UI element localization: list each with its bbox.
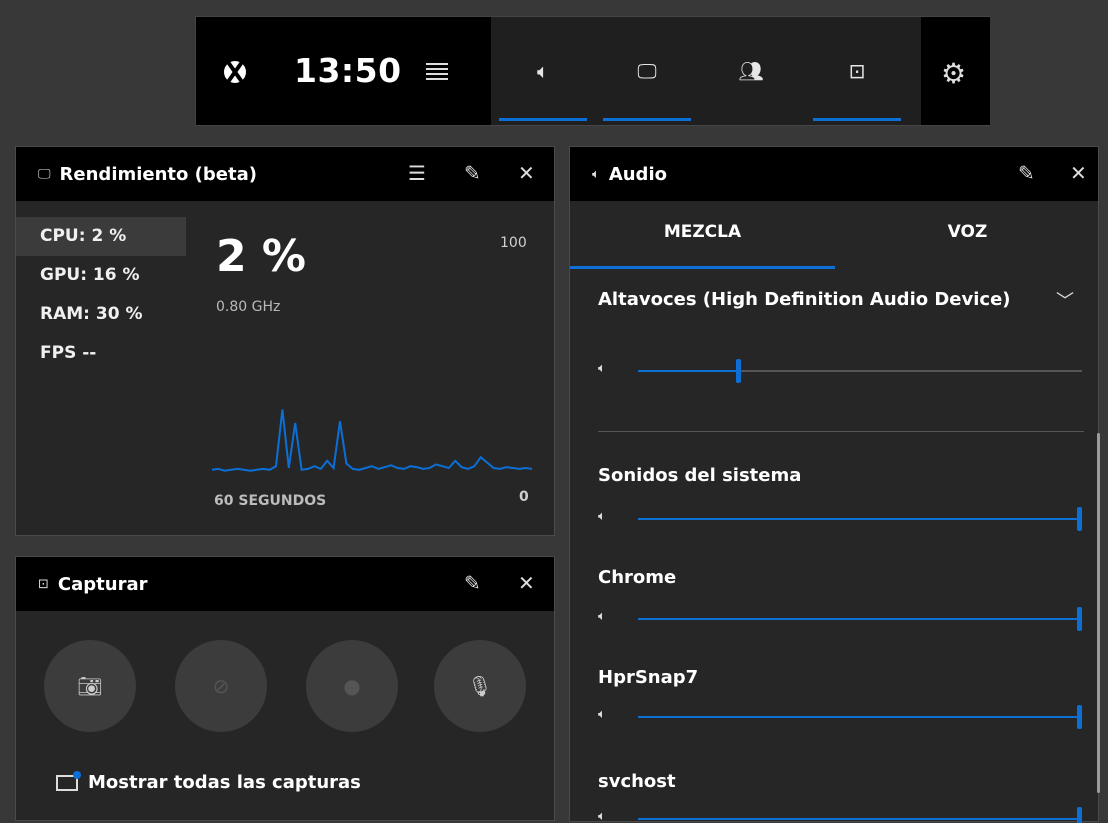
tab-voz-label: VOZ xyxy=(947,222,988,242)
cpu-graph xyxy=(212,409,532,472)
gear-icon[interactable]: ⚙ xyxy=(941,57,966,90)
device-volume-slider[interactable]: 🔈︎ xyxy=(598,359,1088,383)
monitor-icon: 🖵︎ xyxy=(637,59,657,83)
scrollbar[interactable] xyxy=(1097,433,1100,793)
pin-icon[interactable]: ✎ xyxy=(464,571,481,595)
metric-gpu[interactable]: GPU: 16 % xyxy=(16,256,186,295)
options-icon[interactable]: ☰ xyxy=(408,161,426,185)
app-volume-slider[interactable]: 🔈︎ xyxy=(598,807,1088,823)
show-all-captures-link[interactable]: Mostrar todas las capturas xyxy=(56,770,361,793)
people-icon: 👥︎ xyxy=(738,59,764,83)
metric-fps[interactable]: FPS -- xyxy=(16,334,186,373)
xbox-logo-icon[interactable] xyxy=(224,61,246,83)
capture-title: Capturar xyxy=(57,573,148,595)
app-name: svchost xyxy=(598,771,676,792)
cpu-graph-line xyxy=(212,409,532,472)
capture-titlebar: ⊡ Capturar ✎ ✕ xyxy=(16,557,554,611)
capture-icon: ⊡ xyxy=(848,59,866,83)
performance-panel: 🖵︎ Rendimiento (beta) ☰ ✎ ✕ CPU: 2 % GPU… xyxy=(15,146,555,536)
screenshot-button[interactable]: 📷︎ xyxy=(44,640,136,732)
capture-panel: ⊡ Capturar ✎ ✕ 📷︎ ⊘ ● 🎙︎ Mostrar todas l… xyxy=(15,556,555,821)
audio-title: Audio xyxy=(608,163,667,185)
metric-ram[interactable]: RAM: 30 % xyxy=(16,295,186,334)
start-recording-button[interactable]: ● xyxy=(306,640,398,732)
divider xyxy=(598,431,1084,432)
social-widget-button[interactable]: 👥︎ xyxy=(703,17,799,125)
close-icon[interactable]: ✕ xyxy=(518,571,535,595)
app-volume-slider[interactable]: 🔈︎ xyxy=(598,705,1088,729)
metric-cpu[interactable]: CPU: 2 % xyxy=(16,217,186,256)
cpu-value: 2 % xyxy=(216,231,307,282)
audio-widget-button[interactable]: 🔈︎ xyxy=(495,17,591,125)
speaker-icon: 🔈︎ xyxy=(598,609,606,624)
close-icon[interactable]: ✕ xyxy=(518,161,535,185)
app-name: HprSnap7 xyxy=(598,667,699,688)
capture-icon: ⊡ xyxy=(38,576,49,592)
app-name: Sonidos del sistema xyxy=(598,465,802,486)
performance-title: Rendimiento (beta) xyxy=(59,163,257,185)
settings-area: ⚙ xyxy=(921,17,990,125)
capture-widget-button[interactable]: ⊡ xyxy=(809,17,905,125)
graph-duration-label: 60 SEGUNDOS xyxy=(214,493,327,509)
chevron-down-icon[interactable]: ﹀ xyxy=(1056,287,1074,313)
widget-menu-icon[interactable] xyxy=(426,63,448,80)
close-icon[interactable]: ✕ xyxy=(1070,161,1087,185)
clock: 13:50 xyxy=(294,51,402,90)
widget-buttons: 🔈︎ 🖵︎ 👥︎ ⊡ xyxy=(491,17,921,125)
app-name: Chrome xyxy=(598,567,677,588)
gallery-icon xyxy=(56,770,81,791)
record-last-icon: ⊘ xyxy=(212,674,230,698)
speaker-icon: 🔈︎ xyxy=(598,509,606,524)
audio-titlebar: 🔈︎ Audio ✎ ✕ xyxy=(570,147,1098,201)
performance-titlebar: 🖵︎ Rendimiento (beta) ☰ ✎ ✕ xyxy=(16,147,554,201)
tab-voz[interactable]: VOZ xyxy=(835,201,1100,269)
pin-icon[interactable]: ✎ xyxy=(464,161,481,185)
speaker-icon: 🔈︎ xyxy=(537,59,549,83)
tab-mezcla[interactable]: MEZCLA xyxy=(570,201,835,269)
game-bar-home: 13:50 xyxy=(196,17,491,125)
camera-icon: 📷︎ xyxy=(77,674,103,698)
metric-list: CPU: 2 % GPU: 16 % RAM: 30 % FPS -- xyxy=(16,217,186,373)
pin-icon[interactable]: ✎ xyxy=(1018,161,1035,185)
record-last-button[interactable]: ⊘ xyxy=(175,640,267,732)
performance-widget-button[interactable]: 🖵︎ xyxy=(599,17,695,125)
app-volume-slider[interactable]: 🔈︎ xyxy=(598,507,1088,531)
speaker-icon: 🔈︎ xyxy=(598,707,606,722)
graph-max-label: 100 xyxy=(500,235,527,251)
graph-min-label: 0 xyxy=(519,489,529,505)
cpu-frequency: 0.80 GHz xyxy=(216,299,281,315)
output-device-label[interactable]: Altavoces (High Definition Audio Device) xyxy=(598,289,1011,310)
audio-tabs: MEZCLA VOZ xyxy=(570,201,1098,269)
microphone-off-icon: 🎙︎ xyxy=(467,674,493,698)
speaker-icon: 🔈︎ xyxy=(592,166,600,182)
tab-mezcla-label: MEZCLA xyxy=(663,222,742,242)
speaker-icon: 🔈︎ xyxy=(598,809,606,823)
game-bar: 13:50 🔈︎ 🖵︎ 👥︎ ⊡ ⚙ xyxy=(195,16,990,126)
monitor-icon: 🖵︎ xyxy=(38,166,51,182)
audio-panel: 🔈︎ Audio ✎ ✕ MEZCLA VOZ Altavoces (High … xyxy=(569,146,1100,823)
speaker-icon: 🔈︎ xyxy=(598,361,606,376)
record-dot-icon: ● xyxy=(343,674,361,698)
microphone-button[interactable]: 🎙︎ xyxy=(434,640,526,732)
app-volume-slider[interactable]: 🔈︎ xyxy=(598,607,1088,631)
show-all-captures-label: Mostrar todas las capturas xyxy=(88,772,361,793)
